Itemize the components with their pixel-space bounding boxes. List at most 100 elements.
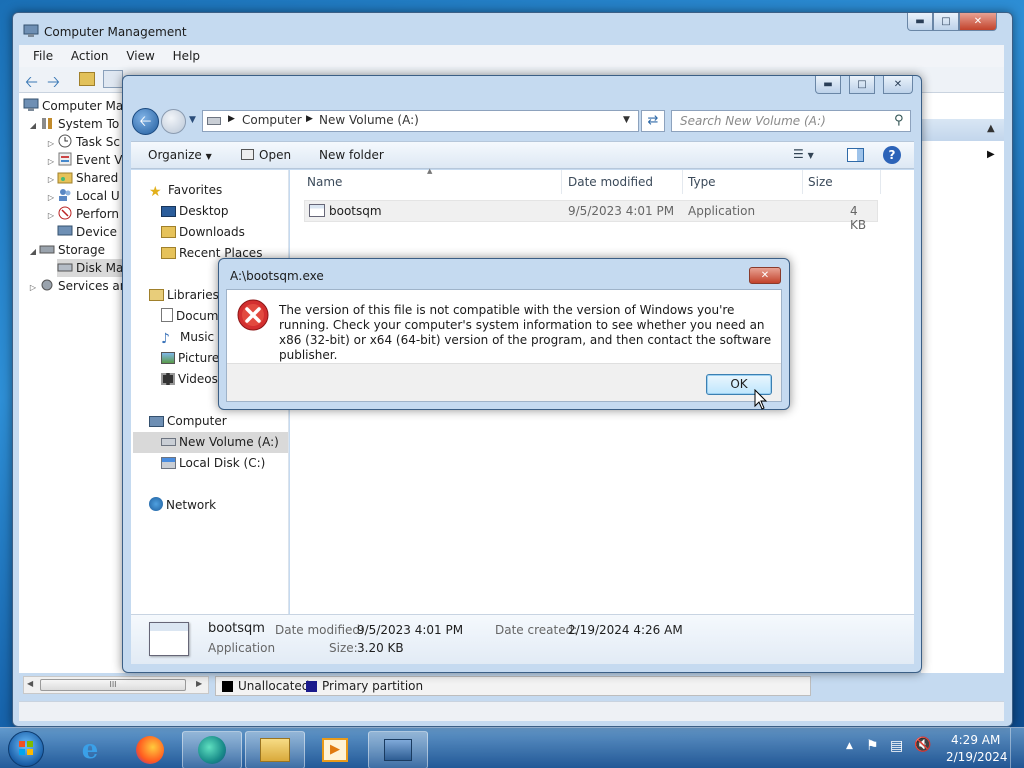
breadcrumb-new-volume[interactable]: New Volume (A:) — [319, 113, 419, 127]
nav-music[interactable]: ♪ Music — [161, 327, 214, 347]
collapse-triangle-icon[interactable]: ◢ — [27, 117, 39, 135]
collapse-triangle-icon[interactable]: ◢ — [27, 243, 39, 261]
clock-time[interactable]: 4:29 AM — [951, 733, 1000, 747]
explorer-minimize-button[interactable]: ▬ — [815, 76, 841, 94]
start-button[interactable] — [8, 731, 44, 767]
forward-button[interactable] — [161, 109, 186, 134]
menu-help[interactable]: Help — [173, 47, 200, 65]
network-tray-icon[interactable]: ▤ — [890, 738, 903, 754]
dialog-footer: OK — [227, 363, 781, 401]
cm-maximize-button[interactable]: □ — [933, 13, 959, 31]
desktop-icon — [161, 206, 176, 217]
search-input[interactable]: Search New Volume (A:) — [680, 114, 826, 128]
organize-button[interactable]: Organize ▼ — [148, 148, 212, 162]
expand-triangle-icon[interactable]: ▷ — [27, 279, 39, 297]
column-header-date[interactable]: Date modified — [563, 170, 683, 194]
show-desktop-button[interactable] — [1010, 728, 1024, 768]
column-header-type[interactable]: Type — [683, 170, 803, 194]
taskbar-file-explorer[interactable] — [245, 731, 305, 768]
tree-item-storage[interactable]: ◢ Storage — [27, 241, 105, 259]
file-explorer-icon — [260, 738, 290, 762]
cm-title-icon — [23, 24, 39, 38]
search-box[interactable]: Search New Volume (A:) ⚲ — [671, 110, 911, 132]
show-hidden-icons-icon[interactable]: ▲ — [846, 741, 853, 751]
recent-pages-chevron-icon[interactable]: ▼ — [189, 115, 196, 125]
help-icon[interactable]: ? — [883, 146, 901, 164]
collapse-up-icon[interactable]: ▲ — [987, 123, 995, 134]
nav-documents[interactable]: Docum — [161, 306, 218, 326]
menu-view[interactable]: View — [126, 47, 154, 65]
taskbar: e ▶ ▲ ⚑ ▤ 🔇 4:29 AM 2/19/2024 — [0, 727, 1024, 768]
actions-pane: ▲ ▶ — [921, 93, 1004, 673]
cm-minimize-button[interactable]: ▬ — [907, 13, 933, 31]
volume-muted-icon[interactable]: 🔇 — [914, 737, 931, 753]
windows-logo-icon — [19, 741, 33, 755]
tree-item-local-users[interactable]: ▷ Local U — [45, 187, 120, 205]
address-bar[interactable]: ▶ Computer ▶ New Volume (A:) ▼ — [202, 110, 639, 132]
explorer-maximize-button[interactable]: □ — [849, 76, 875, 94]
tree-item-services[interactable]: ▷ Services an — [27, 277, 127, 295]
cm-close-button[interactable]: ✕ — [959, 13, 997, 31]
clock-date[interactable]: 2/19/2024 — [946, 750, 1008, 764]
expand-right-icon[interactable]: ▶ — [987, 149, 995, 160]
nav-videos[interactable]: Videos — [161, 369, 218, 389]
details-pane: bootsqm Application Date modified: 9/5/2… — [131, 614, 914, 664]
column-header-size[interactable]: Size — [803, 170, 881, 194]
new-folder-button[interactable]: New folder — [319, 148, 384, 162]
show-hide-tree-icon[interactable] — [103, 70, 123, 88]
tree-item-event-viewer[interactable]: ▷ Event V — [45, 151, 122, 169]
tree-item-disk-management[interactable]: Disk Ma — [57, 259, 124, 277]
back-button[interactable]: 🡠 — [132, 108, 159, 135]
tree-item-performance[interactable]: ▷ Perforn — [45, 205, 119, 223]
expand-triangle-icon[interactable]: ▷ — [45, 207, 57, 225]
tree-item-device-manager[interactable]: Device — [57, 223, 117, 241]
menu-action[interactable]: Action — [71, 47, 109, 65]
computer-icon — [149, 416, 164, 427]
tree-horizontal-scrollbar[interactable]: ◀ III ▶ — [23, 676, 209, 694]
refresh-button[interactable]: ⇄ — [641, 110, 665, 132]
scroll-thumb[interactable]: III — [40, 679, 186, 691]
dialog-close-button[interactable]: ✕ — [749, 267, 781, 284]
taskbar-firefox[interactable] — [120, 731, 180, 768]
tree-item-shared-folders[interactable]: ▷ Shared — [45, 169, 118, 187]
nav-libraries[interactable]: Libraries — [149, 285, 219, 305]
taskbar-computer-management[interactable] — [368, 731, 428, 768]
taskbar-edge[interactable] — [182, 731, 242, 768]
users-icon — [57, 188, 73, 202]
disk-legend: Unallocated Primary partition — [215, 676, 811, 696]
tree-item-task-scheduler[interactable]: ▷ Task Sc — [45, 133, 120, 151]
scroll-left-icon[interactable]: ◀ — [27, 679, 33, 688]
tree-item-computer-management[interactable]: Computer Ma — [23, 97, 123, 115]
view-options-icon[interactable]: ☰ ▼ — [793, 147, 814, 161]
libraries-icon — [149, 289, 164, 301]
table-row[interactable]: bootsqm 9/5/2023 4:01 PM Application 4 K… — [304, 200, 878, 232]
nav-favorites[interactable]: ★ Favorites — [149, 180, 222, 200]
preview-pane-icon[interactable] — [847, 148, 864, 162]
nav-local-disk[interactable]: Local Disk (C:) — [161, 453, 265, 473]
open-button[interactable]: Open — [241, 148, 291, 162]
breadcrumb-computer[interactable]: Computer — [242, 113, 302, 127]
details-size-label: Size: — [329, 641, 358, 655]
action-center-flag-icon[interactable]: ⚑ — [866, 738, 879, 754]
details-created-value: 2/19/2024 4:26 AM — [568, 623, 683, 637]
address-dropdown-icon[interactable]: ▼ — [623, 115, 630, 125]
recent-places-icon — [161, 247, 176, 259]
unallocated-label: Unallocated — [238, 679, 310, 693]
scroll-right-icon[interactable]: ▶ — [196, 679, 202, 688]
nav-desktop[interactable]: Desktop — [161, 201, 229, 221]
nav-computer[interactable]: Computer — [149, 411, 227, 431]
tree-item-system-tools[interactable]: ◢ System To — [27, 115, 119, 133]
search-icon[interactable]: ⚲ — [894, 113, 904, 128]
taskbar-media-player[interactable]: ▶ — [305, 731, 365, 768]
dialog-body: The version of this file is not compatib… — [226, 289, 782, 402]
nav-pictures[interactable]: Picture — [161, 348, 219, 368]
nav-downloads[interactable]: Downloads — [161, 222, 245, 242]
nav-new-volume[interactable]: New Volume (A:) — [161, 432, 279, 452]
taskbar-internet-explorer[interactable]: e — [60, 731, 120, 768]
file-date: 9/5/2023 4:01 PM — [568, 204, 675, 218]
nav-network[interactable]: Network — [149, 495, 216, 515]
up-folder-icon[interactable] — [79, 72, 95, 86]
explorer-close-button[interactable]: ✕ — [883, 76, 913, 94]
mouse-cursor-icon — [754, 388, 768, 411]
menu-file[interactable]: File — [33, 47, 53, 65]
